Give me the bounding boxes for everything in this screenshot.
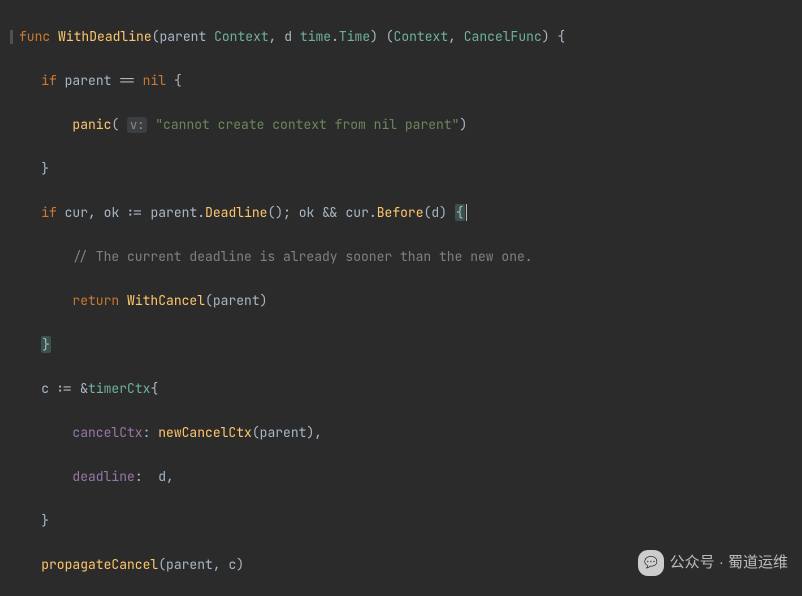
watermark: 💬 公众号 · 蜀道运维 bbox=[638, 550, 788, 576]
code-line: func WithDeadline(parent Context, d time… bbox=[6, 26, 802, 48]
cursor bbox=[466, 204, 467, 221]
code-line: } bbox=[6, 334, 802, 356]
watermark-label: 公众号 · 蜀道运维 bbox=[670, 552, 788, 574]
code-line: panic( v: "cannot create context from ni… bbox=[6, 114, 802, 136]
code-line: if cur, ok := parent.Deadline(); ok && c… bbox=[6, 202, 802, 224]
code-line: c := &timerCtx{ bbox=[6, 378, 802, 400]
code-line: deadline: d, bbox=[6, 466, 802, 488]
code-line: if parent == nil { bbox=[6, 70, 802, 92]
param-hint: v: bbox=[127, 117, 147, 133]
code-line: } bbox=[6, 510, 802, 532]
code-line: // The current deadline is already soone… bbox=[6, 246, 802, 268]
brace-match: } bbox=[41, 336, 51, 353]
code-line: cancelCtx: newCancelCtx(parent), bbox=[6, 422, 802, 444]
wechat-icon: 💬 bbox=[638, 550, 664, 576]
code-line: } bbox=[6, 158, 802, 180]
code-line: return WithCancel(parent) bbox=[6, 290, 802, 312]
code-editor[interactable]: func WithDeadline(parent Context, d time… bbox=[0, 0, 802, 596]
brace-match: { bbox=[455, 204, 465, 221]
